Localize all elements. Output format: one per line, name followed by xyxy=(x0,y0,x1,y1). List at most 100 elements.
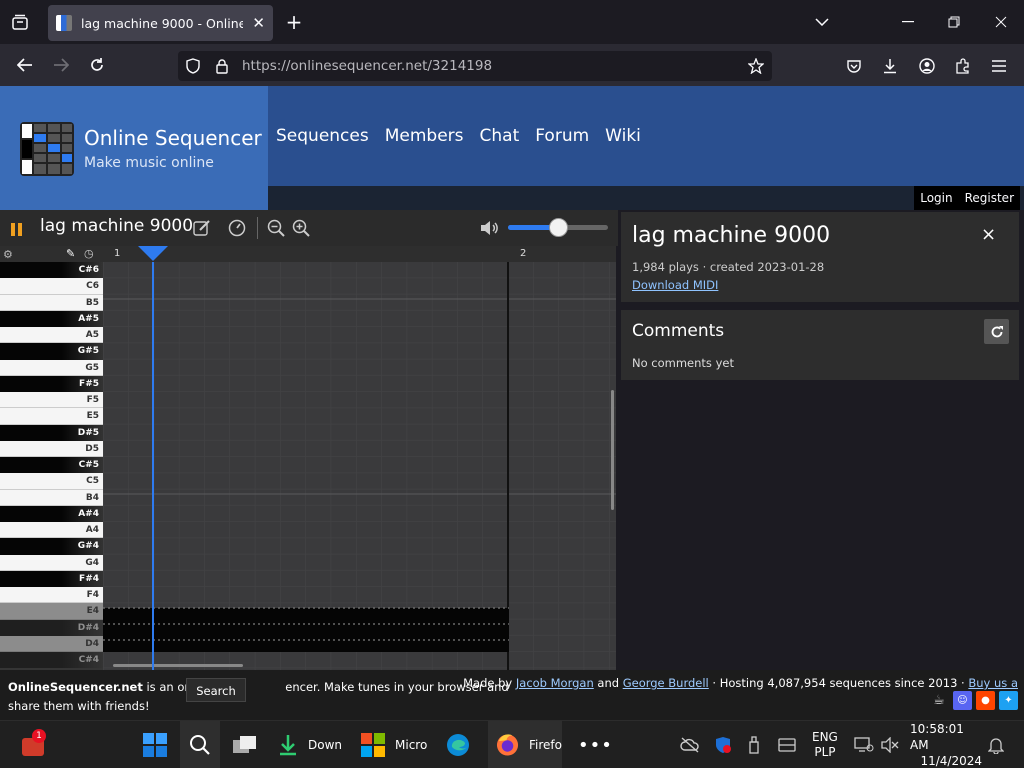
piano-key[interactable]: G#4 xyxy=(0,538,103,555)
nav-wiki[interactable]: Wiki xyxy=(605,126,641,146)
comments-empty-text: No comments yet xyxy=(632,356,734,370)
tab-overview-icon[interactable] xyxy=(10,12,30,32)
piano-key[interactable]: D#5 xyxy=(0,424,103,441)
piano-roll[interactable] xyxy=(103,262,616,670)
piano-key[interactable]: C6 xyxy=(0,278,103,295)
buy-us-link[interactable]: Buy us a xyxy=(968,676,1018,690)
security-shield-icon[interactable] xyxy=(714,721,732,768)
piano-key[interactable]: E4 xyxy=(0,603,103,620)
window-close-icon[interactable] xyxy=(991,12,1011,32)
system-clock[interactable]: 10:58:01 AM 11/4/2024 xyxy=(910,721,982,768)
download-midi-link[interactable]: Download MIDI xyxy=(632,278,718,292)
forward-arrow-icon[interactable] xyxy=(50,54,72,76)
edge-browser-icon[interactable] xyxy=(446,721,470,768)
piano-key[interactable]: B5 xyxy=(0,294,103,311)
notifications-bell-icon[interactable] xyxy=(988,721,1004,768)
window-minimize-icon[interactable] xyxy=(898,12,918,32)
piano-key[interactable]: A#5 xyxy=(0,310,103,327)
cloud-offline-icon[interactable] xyxy=(680,721,700,768)
list-all-tabs-chevron-icon[interactable] xyxy=(812,12,832,32)
piano-key[interactable]: D5 xyxy=(0,440,103,457)
new-tab-plus-icon[interactable]: + xyxy=(284,10,304,34)
piano-key[interactable]: C5 xyxy=(0,473,103,490)
taskbar-overflow-dots-icon[interactable]: ••• xyxy=(578,721,613,768)
taskbar-downloads[interactable]: Down xyxy=(278,721,342,768)
piano-key[interactable]: C#6 xyxy=(0,262,103,279)
back-arrow-icon[interactable] xyxy=(14,54,36,76)
pocket-icon[interactable] xyxy=(843,55,865,77)
panel-close-icon[interactable]: × xyxy=(981,224,996,245)
usb-device-icon[interactable] xyxy=(748,721,760,768)
piano-key[interactable]: A4 xyxy=(0,522,103,539)
nav-members[interactable]: Members xyxy=(385,126,464,146)
tracking-protection-shield-icon[interactable] xyxy=(178,58,208,74)
piano-key[interactable]: B4 xyxy=(0,489,103,506)
twitter-icon[interactable]: ✦ xyxy=(999,690,1018,710)
taskbar-office[interactable]: Micro xyxy=(361,721,427,768)
discord-icon[interactable]: ☺ xyxy=(953,690,972,710)
piano-key[interactable]: F5 xyxy=(0,392,103,409)
reddit-icon[interactable]: ● xyxy=(976,690,995,710)
nav-forum[interactable]: Forum xyxy=(535,126,589,146)
piano-key[interactable]: A5 xyxy=(0,327,103,344)
taskbar-search-icon[interactable] xyxy=(180,721,220,768)
url-bar[interactable]: https://onlinesequencer.net/3214198 xyxy=(178,51,772,81)
extensions-puzzle-icon[interactable] xyxy=(952,55,974,77)
volume-slider-thumb[interactable] xyxy=(549,218,568,237)
piano-key[interactable]: F#5 xyxy=(0,375,103,392)
volume-speaker-icon[interactable] xyxy=(479,217,501,239)
piano-key[interactable]: A#4 xyxy=(0,505,103,522)
account-icon[interactable] xyxy=(916,55,938,77)
refresh-comments-icon[interactable] xyxy=(984,319,1009,344)
coffee-icon[interactable]: ☕ xyxy=(929,690,949,710)
windows-start-icon[interactable] xyxy=(143,721,167,768)
piano-key[interactable]: C#4 xyxy=(0,652,103,669)
downloads-icon[interactable] xyxy=(879,55,901,77)
hosting-text: · Hosting 4,087,954 sequences since 2013… xyxy=(708,676,969,690)
zoom-in-icon[interactable] xyxy=(290,217,312,239)
nav-chat[interactable]: Chat xyxy=(480,126,520,146)
bookmark-star-icon[interactable] xyxy=(746,58,766,74)
author-jacob-link[interactable]: Jacob Morgan xyxy=(516,676,594,690)
piano-key[interactable]: G#5 xyxy=(0,343,103,360)
network-monitor-icon[interactable] xyxy=(854,721,874,768)
settings-gear-icon[interactable]: ⚙ xyxy=(3,248,13,261)
zoom-out-icon[interactable] xyxy=(265,217,287,239)
url-text[interactable]: https://onlinesequencer.net/3214198 xyxy=(242,58,492,74)
pause-icon[interactable] xyxy=(11,221,23,236)
taskbar-app-badge[interactable]: 1 xyxy=(22,721,46,768)
site-logo-icon[interactable] xyxy=(20,122,74,176)
timeline-ruler[interactable]: ⚙ ✎ ◷ 1 2 xyxy=(0,246,616,262)
piano-key[interactable]: G4 xyxy=(0,554,103,571)
window-restore-icon[interactable] xyxy=(944,12,964,32)
piano-key[interactable]: F#4 xyxy=(0,570,103,587)
padlock-icon[interactable] xyxy=(208,58,236,74)
author-george-link[interactable]: George Burdell xyxy=(623,676,709,690)
browser-tab-active[interactable]: lag machine 9000 - Online Sequ ✕ xyxy=(48,5,273,41)
piano-key[interactable]: G5 xyxy=(0,359,103,376)
input-language[interactable]: ENG PLP xyxy=(812,721,838,768)
edit-pencil-icon[interactable] xyxy=(191,217,213,239)
nav-sequences[interactable]: Sequences xyxy=(276,126,369,146)
speaker-muted-icon[interactable] xyxy=(881,721,899,768)
clock-icon[interactable]: ◷ xyxy=(84,247,94,260)
pencil-tool-icon[interactable]: ✎ xyxy=(66,247,75,260)
site-title[interactable]: Online Sequencer xyxy=(84,126,262,150)
piano-key[interactable]: D4 xyxy=(0,635,103,652)
comments-panel: Comments No comments yet xyxy=(621,310,1019,380)
reload-icon[interactable] xyxy=(86,54,108,76)
piano-key[interactable]: D#4 xyxy=(0,619,103,636)
piano-key[interactable]: E5 xyxy=(0,408,103,425)
taskbar-firefox[interactable]: Firefo xyxy=(488,721,562,768)
register-link[interactable]: Register xyxy=(958,186,1020,210)
display-tray-icon[interactable] xyxy=(778,721,796,768)
volume-slider[interactable] xyxy=(508,218,608,237)
task-view-icon[interactable] xyxy=(232,721,258,768)
piano-key[interactable]: F4 xyxy=(0,587,103,604)
playhead-marker-icon[interactable] xyxy=(138,246,168,262)
login-link[interactable]: Login xyxy=(914,186,959,210)
app-menu-hamburger-icon[interactable] xyxy=(988,55,1010,77)
piano-key[interactable]: C#5 xyxy=(0,457,103,474)
tempo-gauge-icon[interactable] xyxy=(226,217,248,239)
tab-close-icon[interactable]: ✕ xyxy=(252,14,265,32)
